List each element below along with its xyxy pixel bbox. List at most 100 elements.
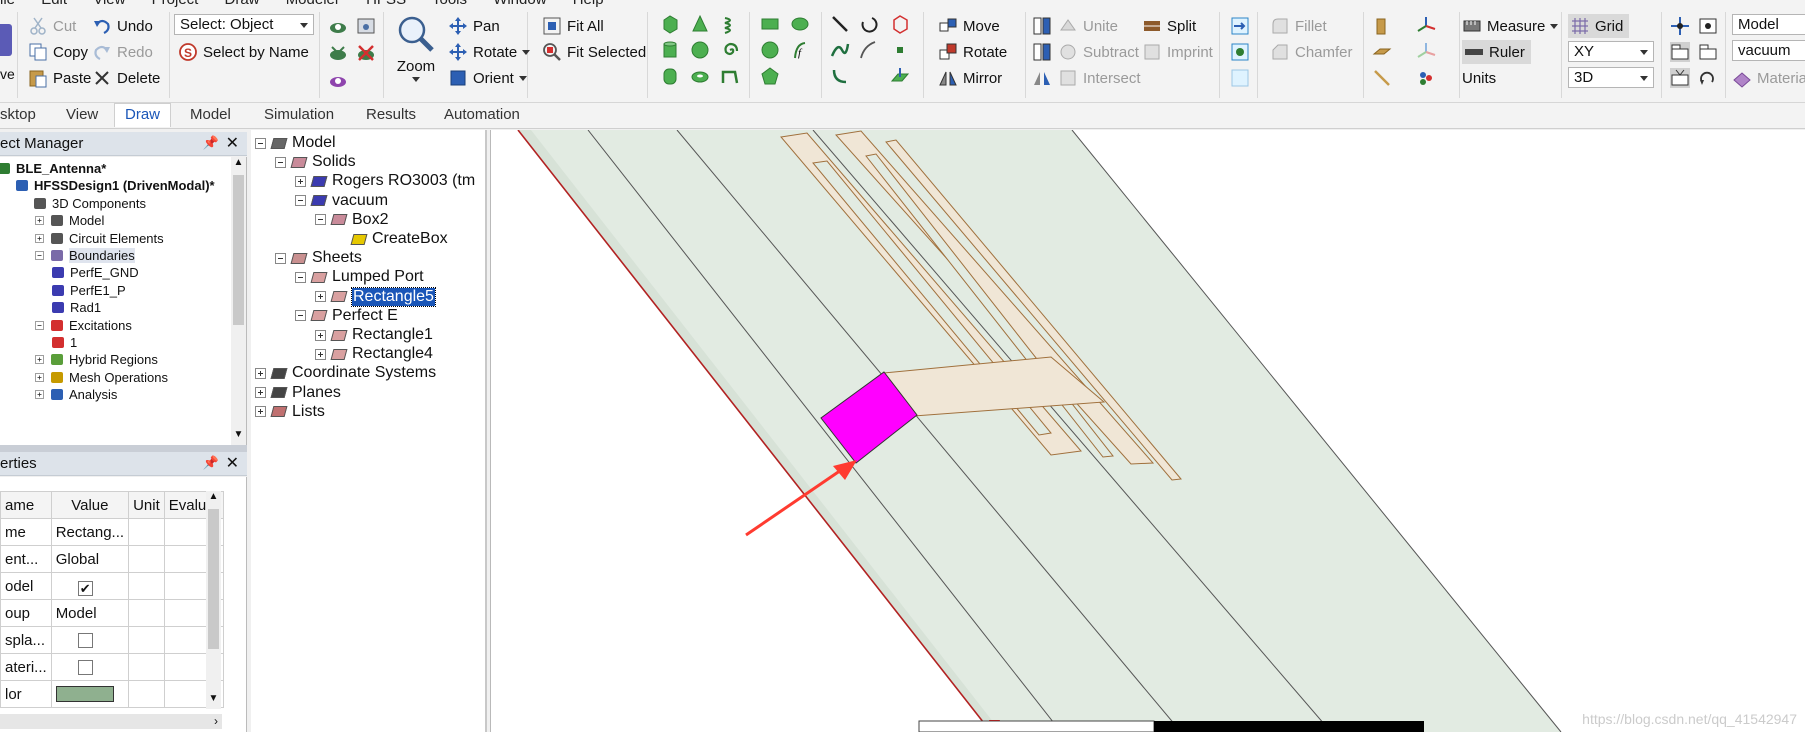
project-tree-item[interactable]: Model (34, 213, 104, 228)
scroll-thumb[interactable] (208, 509, 219, 649)
delete-button[interactable]: Delete (92, 66, 160, 90)
property-value[interactable]: Rectang... (50, 518, 130, 546)
menu-edit[interactable]: Edit (41, 0, 67, 8)
property-row[interactable]: spla... (0, 626, 224, 654)
line-icon[interactable] (830, 14, 850, 34)
property-checkbox[interactable] (77, 632, 93, 648)
material-button[interactable]: Materia (1732, 66, 1805, 90)
expand-toggle-icon[interactable] (275, 156, 286, 168)
model-tree-item[interactable]: Sheets (275, 249, 362, 267)
menu-modeler[interactable]: Modeler (286, 0, 340, 8)
show-icon[interactable] (328, 16, 348, 36)
model-tree-item[interactable]: Planes (255, 384, 341, 402)
model-tree-item[interactable]: Solids (275, 153, 356, 171)
project-tree-item[interactable]: Mesh Operations (34, 370, 168, 385)
show-all-icon[interactable] (328, 43, 348, 63)
expand-toggle-icon[interactable] (295, 310, 306, 322)
menu-view[interactable]: View (93, 0, 125, 8)
paste-button[interactable]: Paste (28, 66, 91, 90)
project-tree-item[interactable]: Rad1 (52, 300, 101, 315)
property-row[interactable]: ent... Global (0, 545, 224, 573)
equation-curve-icon[interactable] (858, 40, 878, 60)
orient-button[interactable]: Orient (448, 66, 527, 90)
relative-cs-icon[interactable] (1416, 16, 1436, 36)
duplicate-along-line-icon[interactable] (1032, 16, 1052, 36)
face-cs-icon[interactable] (1416, 42, 1436, 62)
tab-model[interactable]: Model (190, 106, 231, 123)
scroll-up-arrow[interactable]: ▲ (231, 157, 246, 173)
expand-toggle-icon[interactable] (255, 406, 266, 418)
property-value[interactable]: Global (50, 545, 130, 573)
3d-box-icon[interactable] (890, 14, 910, 34)
model-tree-item[interactable]: Perfect E (295, 307, 398, 325)
expand-toggle-icon[interactable] (295, 175, 306, 187)
expand-toggle-icon[interactable] (315, 348, 326, 360)
tab-view[interactable]: View (66, 106, 98, 123)
close-icon[interactable]: ✕ (226, 133, 239, 153)
color-swatch[interactable] (55, 686, 114, 702)
pin-icon[interactable]: 📌 (203, 455, 219, 471)
object-cs-icon[interactable] (1416, 68, 1436, 88)
model-tree-item[interactable]: Rectangle4 (315, 345, 433, 363)
point-icon[interactable] (890, 40, 910, 60)
select-by-name-button[interactable]: S Select by Name (178, 40, 309, 64)
material-dropdown[interactable]: vacuum (1732, 40, 1805, 61)
tab-draw[interactable]: Draw (114, 103, 172, 127)
project-tree-item[interactable]: Circuit Elements (34, 231, 164, 246)
model-tree-item[interactable]: Coordinate Systems (255, 364, 436, 382)
ellipse-icon[interactable] (790, 14, 810, 34)
fillet-button[interactable]: Fillet (1270, 14, 1327, 38)
model-tree-item[interactable]: Box2 (315, 211, 388, 229)
sphere-icon[interactable] (690, 40, 710, 60)
snap-arc-center-icon[interactable] (1698, 68, 1718, 88)
col-value[interactable]: Value (50, 491, 130, 519)
project-tree-item[interactable]: Hybrid Regions (34, 352, 158, 367)
menu-project[interactable]: Project (152, 0, 199, 8)
menu-file[interactable]: ile (0, 0, 15, 8)
cut-button[interactable]: Cut (28, 14, 76, 38)
project-tree-item[interactable]: Boundaries (34, 248, 135, 263)
drawing-mode-dropdown[interactable]: 3D (1568, 67, 1654, 88)
scroll-up-arrow[interactable]: ▲ (206, 491, 221, 507)
property-row[interactable]: oup Model (0, 599, 224, 627)
intersect-button[interactable]: Intersect (1058, 66, 1141, 90)
expand-toggle-icon[interactable] (275, 252, 286, 264)
model-tree-item[interactable]: vacuum (295, 192, 388, 210)
expand-toggle-icon[interactable] (35, 372, 44, 382)
col-unit[interactable]: Unit (128, 491, 165, 519)
close-icon[interactable]: ✕ (226, 453, 239, 473)
pin-icon[interactable]: 📌 (203, 135, 219, 151)
regular-polyhedron-icon[interactable] (660, 66, 680, 86)
project-tree-item[interactable]: Analysis (34, 387, 117, 402)
project-tree-item[interactable]: Excitations (34, 318, 132, 333)
redo-button[interactable]: Redo (92, 40, 153, 64)
scroll-down-arrow[interactable]: ▼ (231, 429, 246, 445)
split-button[interactable]: Split (1142, 14, 1196, 38)
rotate-button[interactable]: Rotate (938, 40, 1007, 64)
project-tree-item[interactable]: 1 (52, 335, 77, 350)
spiral-icon[interactable] (720, 40, 740, 60)
fit-all-button[interactable]: Fit All (542, 14, 604, 38)
rectangle-icon[interactable] (760, 14, 780, 34)
expand-toggle-icon[interactable] (255, 387, 266, 399)
menu-draw[interactable]: Draw (225, 0, 260, 8)
torus-icon[interactable] (690, 66, 710, 86)
properties-hscrollbar[interactable]: › (0, 714, 222, 729)
edge-icon[interactable] (1372, 68, 1392, 88)
snap-grid-icon[interactable] (1670, 16, 1690, 36)
property-row[interactable]: lor (0, 680, 224, 708)
cone-icon[interactable] (690, 14, 710, 34)
imprint-button[interactable]: Imprint (1142, 40, 1213, 64)
grid-toggle[interactable]: Grid (1568, 14, 1630, 38)
menu-window[interactable]: Window (493, 0, 546, 8)
snap-quadrant-icon[interactable] (1670, 68, 1690, 88)
equation-surface-icon[interactable]: f (790, 40, 810, 60)
property-value[interactable] (50, 653, 130, 681)
property-value[interactable]: ✔ (50, 572, 130, 600)
subtract-button[interactable]: Subtract (1058, 40, 1139, 64)
model-tree-item[interactable]: Model (255, 134, 336, 152)
undo-button[interactable]: Undo (92, 14, 153, 38)
duplicate-around-axis-icon[interactable] (1032, 42, 1052, 62)
expand-toggle-icon[interactable] (315, 329, 326, 341)
properties-scrollbar[interactable]: ▲ ▼ (206, 491, 221, 709)
